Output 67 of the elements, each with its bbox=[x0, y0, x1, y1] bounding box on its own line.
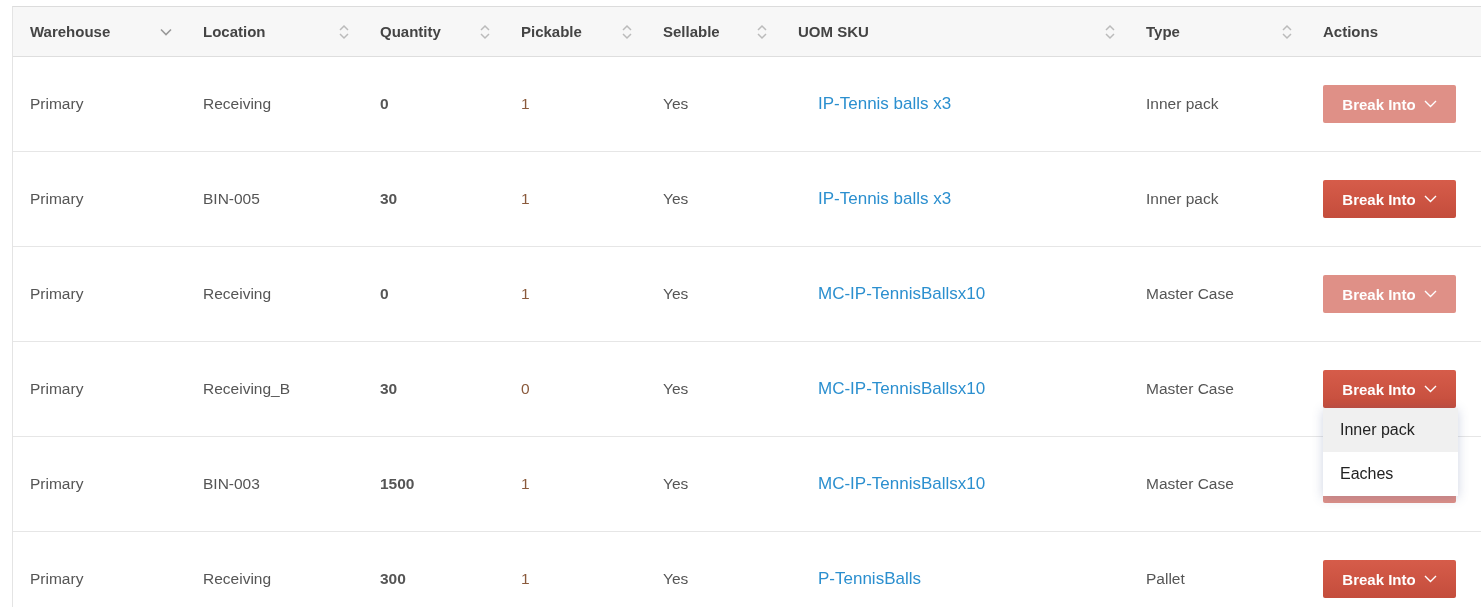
sort-icon[interactable] bbox=[1105, 23, 1115, 40]
table-cell-text: 1 bbox=[520, 475, 530, 493]
table-cell-text: Receiving bbox=[202, 570, 272, 588]
column-header[interactable]: Pickable bbox=[504, 7, 646, 56]
sort-icon[interactable] bbox=[757, 23, 767, 40]
chevron-down-icon bbox=[1423, 385, 1437, 393]
menu-item[interactable]: Inner pack bbox=[1323, 408, 1458, 452]
sort-icon[interactable] bbox=[622, 23, 632, 40]
table-cell-text: Master Case bbox=[1145, 475, 1234, 493]
table-cell-text: Pallet bbox=[1145, 570, 1185, 588]
column-header[interactable]: Sellable bbox=[646, 7, 781, 56]
table-cell-text: Primary bbox=[29, 95, 84, 113]
sku-link[interactable]: MC-IP-TennisBallsx10 bbox=[818, 379, 986, 399]
sku-link[interactable]: IP-Tennis balls x3 bbox=[818, 189, 952, 209]
table-cell-text: 1 bbox=[520, 190, 530, 208]
table-cell-text: 0 bbox=[520, 380, 530, 398]
table-cell-text: Yes bbox=[662, 285, 689, 303]
chevron-down-icon bbox=[1423, 290, 1437, 298]
table-cell-text: 30 bbox=[379, 190, 398, 208]
table-cell-text: Primary bbox=[29, 380, 84, 398]
table-cell-text: Primary bbox=[29, 190, 84, 208]
column-header[interactable]: Type bbox=[1129, 7, 1306, 56]
table-cell-text: 1500 bbox=[379, 475, 415, 493]
chevron-down-icon bbox=[1423, 100, 1437, 108]
column-header[interactable]: Location bbox=[186, 7, 363, 56]
table-cell-text: 300 bbox=[379, 570, 406, 588]
table-cell-text: Yes bbox=[662, 570, 689, 588]
menu-item[interactable]: Eaches bbox=[1323, 452, 1458, 496]
table-cell-text: Primary bbox=[29, 570, 84, 588]
table-cell-text: 1 bbox=[520, 95, 530, 113]
sort-icon[interactable] bbox=[480, 23, 490, 40]
table-cell-text: Inner pack bbox=[1145, 190, 1219, 208]
sort-icon[interactable] bbox=[339, 23, 349, 40]
table-cell-text: Yes bbox=[662, 380, 689, 398]
table-cell-text: Receiving bbox=[202, 95, 272, 113]
table-cell-text: BIN-003 bbox=[202, 475, 260, 493]
column-header[interactable]: Actions bbox=[1306, 7, 1481, 56]
table-cell-text: Primary bbox=[29, 475, 84, 493]
break-into-button[interactable]: Break Into bbox=[1323, 370, 1456, 408]
sort-icon[interactable] bbox=[1282, 23, 1292, 40]
table-cell-text: Master Case bbox=[1145, 380, 1234, 398]
sku-link[interactable]: IP-Tennis balls x3 bbox=[818, 94, 952, 114]
table-cell-text: Yes bbox=[662, 475, 689, 493]
table-cell-text: Receiving_B bbox=[202, 380, 291, 398]
table-cell-text: Master Case bbox=[1145, 285, 1234, 303]
table-cell-text: 0 bbox=[379, 285, 389, 303]
table-cell-text: Yes bbox=[662, 95, 689, 113]
table-cell-text: 1 bbox=[520, 285, 530, 303]
break-into-button[interactable]: Break Into bbox=[1323, 180, 1456, 218]
table-cell-text: BIN-005 bbox=[202, 190, 260, 208]
column-header[interactable]: Quantity bbox=[363, 7, 504, 56]
table-cell-text: 30 bbox=[379, 380, 398, 398]
column-header[interactable]: Warehouse bbox=[13, 7, 186, 56]
sku-link[interactable]: MC-IP-TennisBallsx10 bbox=[818, 284, 986, 304]
table-cell-text: Inner pack bbox=[1145, 95, 1219, 113]
chevron-down-icon bbox=[1423, 195, 1437, 203]
table-cell-text: Yes bbox=[662, 190, 689, 208]
table-cell-text: 1 bbox=[520, 570, 530, 588]
sku-link[interactable]: P-TennisBalls bbox=[818, 569, 921, 589]
table-cell-text: Primary bbox=[29, 285, 84, 303]
chevron-down-icon bbox=[1423, 575, 1437, 583]
sort-descending-icon[interactable] bbox=[160, 27, 172, 36]
table-cell-text: Receiving bbox=[202, 285, 272, 303]
break-into-button[interactable]: Break Into bbox=[1323, 560, 1456, 598]
sku-link[interactable]: MC-IP-TennisBallsx10 bbox=[818, 474, 986, 494]
column-header[interactable]: UOM SKU bbox=[781, 7, 1129, 56]
table-cell-text: 0 bbox=[379, 95, 389, 113]
